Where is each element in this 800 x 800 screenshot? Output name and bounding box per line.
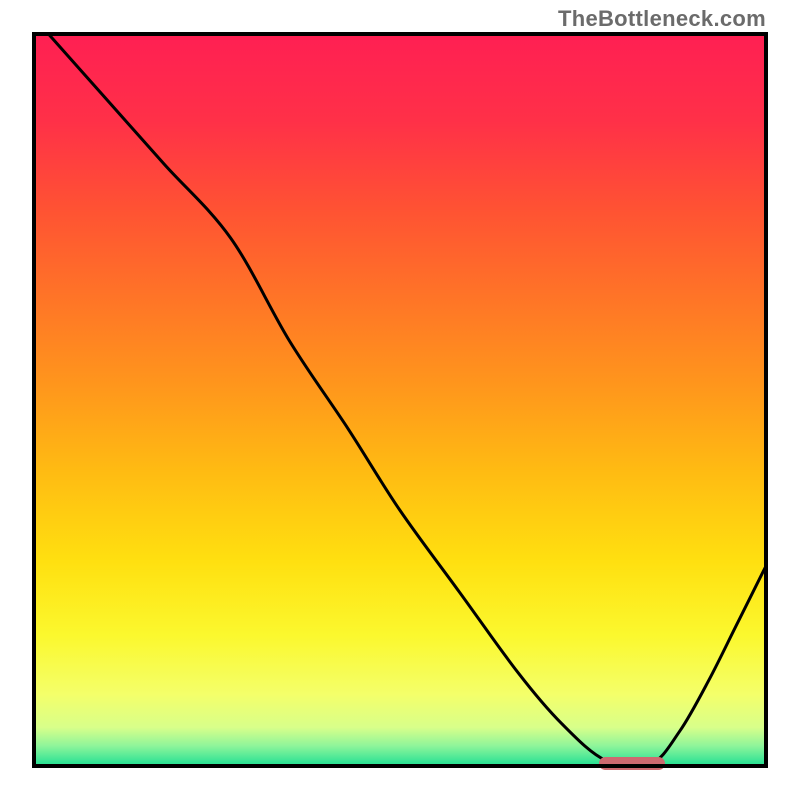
background-gradient	[32, 32, 768, 768]
chart-frame	[32, 32, 768, 768]
watermark-text: TheBottleneck.com	[558, 6, 766, 32]
